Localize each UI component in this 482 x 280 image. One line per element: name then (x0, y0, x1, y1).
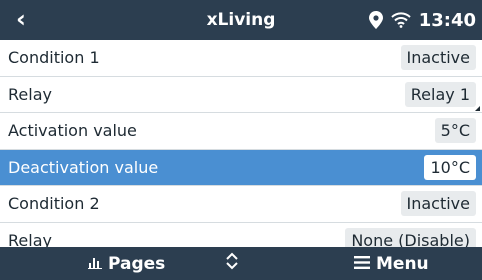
list-item-value: Relay 1 (404, 81, 476, 107)
location-pin-icon (368, 11, 383, 29)
settings-list: Condition 1 Inactive Relay Relay 1 Activ… (0, 40, 482, 259)
list-item-value: Inactive (400, 191, 476, 217)
list-item-value: Inactive (400, 45, 476, 71)
menu-label: Menu (376, 253, 429, 274)
pages-label: Pages (108, 253, 166, 274)
list-item-value: 5°C (434, 118, 476, 144)
list-item-label: Condition 1 (8, 48, 100, 68)
list-item-label: Activation value (8, 121, 137, 141)
list-item-relay[interactable]: Relay Relay 1 (0, 76, 482, 113)
up-down-chevron-icon (226, 252, 238, 275)
pages-button[interactable]: Pages (88, 247, 165, 280)
bar-chart-icon (88, 254, 102, 274)
status-area: 13:40 (368, 0, 476, 40)
list-item-label: Relay (8, 84, 52, 104)
scroll-button[interactable] (226, 247, 238, 280)
wifi-icon (391, 12, 411, 28)
submenu-indicator-icon (475, 106, 480, 111)
clock: 13:40 (418, 9, 476, 31)
top-bar: ‹ xLiving 13:40 (0, 0, 482, 40)
hamburger-icon (354, 254, 370, 274)
menu-button[interactable]: Menu (354, 247, 429, 280)
list-item-condition-2[interactable]: Condition 2 Inactive (0, 186, 482, 223)
list-item-value: 10°C (424, 154, 476, 180)
list-item-deactivation-value[interactable]: Deactivation value 10°C (0, 149, 482, 186)
bottom-bar: Pages Menu (0, 247, 482, 280)
list-item-activation-value[interactable]: Activation value 5°C (0, 113, 482, 150)
list-item-condition-1[interactable]: Condition 1 Inactive (0, 40, 482, 77)
list-item-label: Condition 2 (8, 194, 100, 214)
list-item-label: Deactivation value (8, 157, 159, 177)
